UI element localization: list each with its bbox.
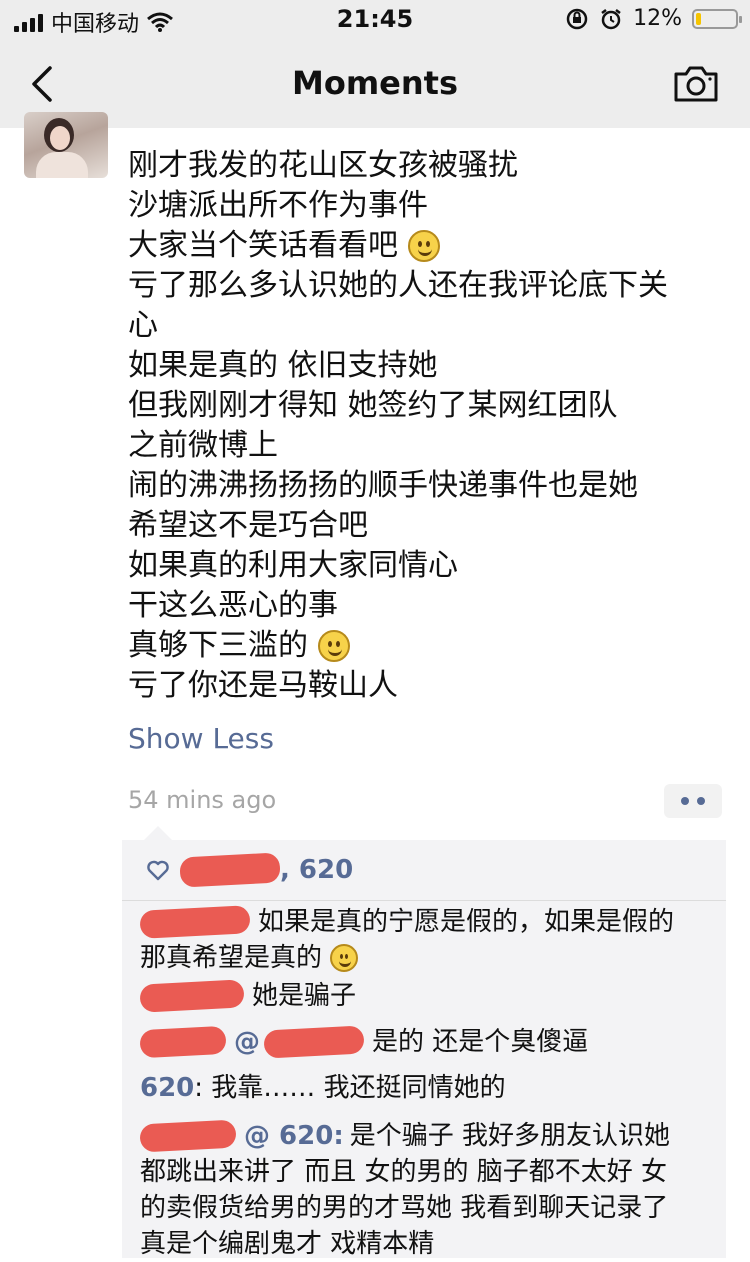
smile-emoji-icon [408, 230, 440, 262]
post-line: 亏了那么多认识她的人还在我评论底下关 [128, 268, 668, 303]
comment[interactable]: 如果是真的宁愿是假的，如果是假的 那真希望是真的 [139, 904, 720, 976]
redacted-name [179, 852, 281, 888]
post-line: 真够下三滥的 [128, 626, 728, 666]
comment[interactable]: 620: 我靠…… 我还挺同情她的 [140, 1070, 720, 1106]
heart-icon [147, 860, 169, 881]
alarm-icon [601, 8, 621, 29]
post-line: 沙塘派出所不作为事件 [128, 188, 428, 223]
battery-fill [696, 12, 701, 25]
likes-row: , 620 [146, 852, 353, 888]
status-icons: 12% [565, 6, 742, 31]
dot-icon [697, 797, 705, 805]
post-line: 希望这不是巧合吧 [128, 508, 368, 543]
redacted-name [139, 979, 245, 1013]
post-line: 大家当个笑话看看吧 [128, 226, 728, 266]
show-less-link[interactable]: Show Less [128, 722, 274, 755]
rotation-lock-icon [566, 8, 588, 29]
redacted-name [139, 905, 251, 939]
post-line: 闹的沸沸扬扬扬的顺手快递事件也是她 [128, 468, 638, 503]
post-line: 但我刚刚才得知 她签约了某网红团队 [128, 388, 618, 423]
battery-icon [692, 8, 742, 29]
more-actions-button[interactable] [664, 784, 722, 818]
post-line: 之前微博上 [128, 428, 278, 463]
comment[interactable]: 她是骗子 [139, 978, 720, 1014]
battery-percent: 12% [633, 6, 682, 31]
redacted-name [139, 1025, 227, 1059]
poster-name-cropped[interactable] [130, 112, 220, 128]
post-text: 刚才我发的花山区女孩被骚扰 沙塘派出所不作为事件 大家当个笑话看看吧 亏了那么多… [128, 146, 728, 706]
status-bar: 中国移动 21:45 12% [0, 0, 750, 42]
comments-panel: , 620 如果是真的宁愿是假的，如果是假的 那真希望是真的 她是骗子 @ 是的 … [122, 826, 726, 1259]
post-line: 亏了你还是马鞍山人 [128, 668, 398, 703]
post-line: 刚才我发的花山区女孩被骚扰 [128, 148, 518, 183]
post-line: 如果真的利用大家同情心 [128, 548, 458, 583]
redacted-name [263, 1025, 365, 1059]
redacted-name [139, 1119, 237, 1153]
post-line: 干这么恶心的事 [128, 588, 338, 623]
comment[interactable]: @ 是的 还是个臭傻逼 [139, 1024, 720, 1060]
post-line: 如果是真的 依旧支持她 [128, 348, 438, 383]
page-title: Moments [292, 64, 458, 102]
likes-text[interactable]: , 620 [280, 855, 353, 885]
dot-icon [681, 797, 689, 805]
camera-icon[interactable] [672, 64, 720, 104]
post-line: 心 [128, 308, 158, 343]
awkward-emoji-icon [318, 630, 350, 662]
comment[interactable]: @ 620: 是个骗子 我好多朋友认识她 都跳出来讲了 而且 女的男的 脑子都不太… [139, 1118, 720, 1262]
awkward-emoji-icon [330, 944, 359, 972]
avatar[interactable] [24, 112, 108, 178]
nav-bar: Moments [0, 42, 750, 128]
divider [122, 900, 726, 901]
post-timestamp: 54 mins ago [128, 786, 277, 814]
